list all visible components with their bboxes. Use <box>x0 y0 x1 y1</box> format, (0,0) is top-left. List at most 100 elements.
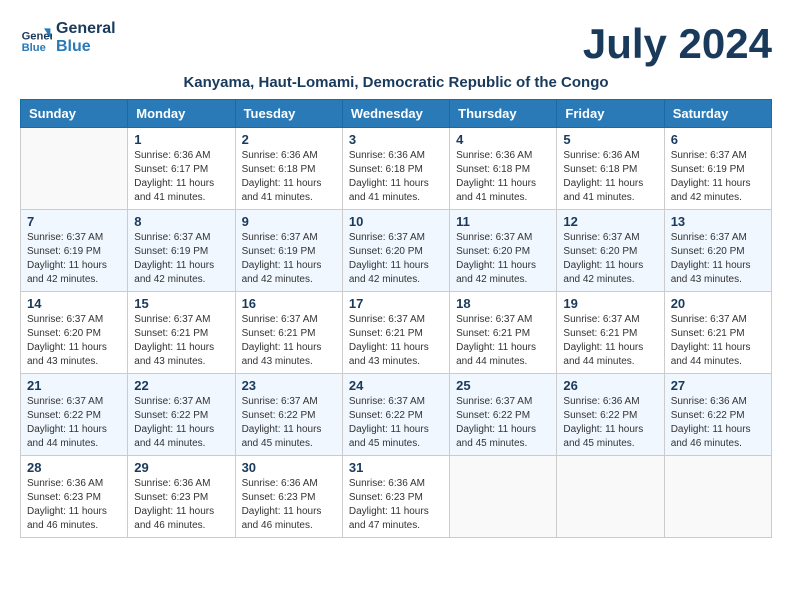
day-number: 11 <box>456 214 550 229</box>
calendar-day-cell: 21 Sunrise: 6:37 AMSunset: 6:22 PMDayligh… <box>21 374 128 456</box>
calendar-day-cell <box>664 456 771 538</box>
calendar-table: SundayMondayTuesdayWednesdayThursdayFrid… <box>20 99 772 538</box>
day-info: Sunrise: 6:36 AMSunset: 6:23 PMDaylight:… <box>242 477 336 533</box>
day-info: Sunrise: 6:37 AMSunset: 6:20 PMDaylight:… <box>27 313 121 369</box>
calendar-day-cell: 28 Sunrise: 6:36 AMSunset: 6:23 PMDayligh… <box>21 456 128 538</box>
day-info: Sunrise: 6:37 AMSunset: 6:22 PMDaylight:… <box>456 395 550 451</box>
day-number: 7 <box>27 214 121 229</box>
day-info: Sunrise: 6:37 AMSunset: 6:21 PMDaylight:… <box>563 313 657 369</box>
day-number: 1 <box>134 132 228 147</box>
day-info: Sunrise: 6:36 AMSunset: 6:22 PMDaylight:… <box>671 395 765 451</box>
day-number: 6 <box>671 132 765 147</box>
day-info: Sunrise: 6:37 AMSunset: 6:22 PMDaylight:… <box>134 395 228 451</box>
calendar-day-cell <box>450 456 557 538</box>
calendar-day-cell: 5 Sunrise: 6:36 AMSunset: 6:18 PMDaylight… <box>557 128 664 210</box>
day-number: 10 <box>349 214 443 229</box>
day-info: Sunrise: 6:37 AMSunset: 6:20 PMDaylight:… <box>349 231 443 287</box>
calendar-day-cell: 27 Sunrise: 6:36 AMSunset: 6:22 PMDayligh… <box>664 374 771 456</box>
calendar-day-cell: 26 Sunrise: 6:36 AMSunset: 6:22 PMDayligh… <box>557 374 664 456</box>
day-number: 2 <box>242 132 336 147</box>
day-number: 12 <box>563 214 657 229</box>
day-info: Sunrise: 6:36 AMSunset: 6:18 PMDaylight:… <box>349 149 443 205</box>
calendar-day-cell: 7 Sunrise: 6:37 AMSunset: 6:19 PMDaylight… <box>21 210 128 292</box>
day-info: Sunrise: 6:37 AMSunset: 6:19 PMDaylight:… <box>134 231 228 287</box>
day-number: 29 <box>134 460 228 475</box>
weekday-header: Saturday <box>664 100 771 128</box>
weekday-header: Monday <box>128 100 235 128</box>
logo-icon: General Blue <box>20 22 52 54</box>
day-number: 21 <box>27 378 121 393</box>
day-info: Sunrise: 6:37 AMSunset: 6:21 PMDaylight:… <box>242 313 336 369</box>
day-info: Sunrise: 6:37 AMSunset: 6:19 PMDaylight:… <box>27 231 121 287</box>
calendar-day-cell: 17Sunrise: 6:37 AMSunset: 6:21 PMDayligh… <box>342 292 449 374</box>
day-number: 20 <box>671 296 765 311</box>
day-info: Sunrise: 6:36 AMSunset: 6:22 PMDaylight:… <box>563 395 657 451</box>
calendar-header-row: SundayMondayTuesdayWednesdayThursdayFrid… <box>21 100 772 128</box>
calendar-day-cell: 9Sunrise: 6:37 AMSunset: 6:19 PMDaylight… <box>235 210 342 292</box>
calendar-week-row: 14 Sunrise: 6:37 AMSunset: 6:20 PMDayligh… <box>21 292 772 374</box>
logo-text-blue: Blue <box>56 38 116 56</box>
day-info: Sunrise: 6:37 AMSunset: 6:22 PMDaylight:… <box>242 395 336 451</box>
calendar-day-cell: 14 Sunrise: 6:37 AMSunset: 6:20 PMDayligh… <box>21 292 128 374</box>
day-number: 15 <box>134 296 228 311</box>
day-info: Sunrise: 6:37 AMSunset: 6:21 PMDaylight:… <box>671 313 765 369</box>
calendar-day-cell: 6 Sunrise: 6:37 AMSunset: 6:19 PMDaylight… <box>664 128 771 210</box>
calendar-week-row: 28 Sunrise: 6:36 AMSunset: 6:23 PMDayligh… <box>21 456 772 538</box>
day-number: 28 <box>27 460 121 475</box>
day-number: 8 <box>134 214 228 229</box>
calendar-day-cell: 23 Sunrise: 6:37 AMSunset: 6:22 PMDayligh… <box>235 374 342 456</box>
day-number: 16 <box>242 296 336 311</box>
day-number: 22 <box>134 378 228 393</box>
calendar-week-row: 1 Sunrise: 6:36 AMSunset: 6:17 PMDaylight… <box>21 128 772 210</box>
day-number: 27 <box>671 378 765 393</box>
calendar-week-row: 21 Sunrise: 6:37 AMSunset: 6:22 PMDayligh… <box>21 374 772 456</box>
day-info: Sunrise: 6:37 AMSunset: 6:19 PMDaylight:… <box>671 149 765 205</box>
calendar-day-cell: 1 Sunrise: 6:36 AMSunset: 6:17 PMDaylight… <box>128 128 235 210</box>
day-info: Sunrise: 6:36 AMSunset: 6:17 PMDaylight:… <box>134 149 228 205</box>
calendar-day-cell: 13 Sunrise: 6:37 AMSunset: 6:20 PMDayligh… <box>664 210 771 292</box>
day-info: Sunrise: 6:37 AMSunset: 6:21 PMDaylight:… <box>134 313 228 369</box>
calendar-day-cell: 16 Sunrise: 6:37 AMSunset: 6:21 PMDayligh… <box>235 292 342 374</box>
day-info: Sunrise: 6:37 AMSunset: 6:20 PMDaylight:… <box>671 231 765 287</box>
day-info: Sunrise: 6:36 AMSunset: 6:23 PMDaylight:… <box>134 477 228 533</box>
page-header: General Blue General Blue July 2024 <box>20 20 772 68</box>
calendar-day-cell: 3 Sunrise: 6:36 AMSunset: 6:18 PMDaylight… <box>342 128 449 210</box>
day-number: 23 <box>242 378 336 393</box>
day-number: 30 <box>242 460 336 475</box>
day-info: Sunrise: 6:36 AMSunset: 6:18 PMDaylight:… <box>563 149 657 205</box>
calendar-day-cell: 24Sunrise: 6:37 AMSunset: 6:22 PMDayligh… <box>342 374 449 456</box>
calendar-day-cell: 30 Sunrise: 6:36 AMSunset: 6:23 PMDayligh… <box>235 456 342 538</box>
day-info: Sunrise: 6:37 AMSunset: 6:20 PMDaylight:… <box>563 231 657 287</box>
day-number: 18 <box>456 296 550 311</box>
day-info: Sunrise: 6:36 AMSunset: 6:18 PMDaylight:… <box>456 149 550 205</box>
day-number: 13 <box>671 214 765 229</box>
day-number: 3 <box>349 132 443 147</box>
calendar-day-cell: 19Sunrise: 6:37 AMSunset: 6:21 PMDayligh… <box>557 292 664 374</box>
day-number: 24 <box>349 378 443 393</box>
calendar-day-cell: 29 Sunrise: 6:36 AMSunset: 6:23 PMDayligh… <box>128 456 235 538</box>
day-number: 4 <box>456 132 550 147</box>
day-info: Sunrise: 6:37 AMSunset: 6:22 PMDaylight:… <box>27 395 121 451</box>
day-info: Sunrise: 6:37 AMSunset: 6:20 PMDaylight:… <box>456 231 550 287</box>
calendar-day-cell: 22 Sunrise: 6:37 AMSunset: 6:22 PMDayligh… <box>128 374 235 456</box>
calendar-day-cell: 4 Sunrise: 6:36 AMSunset: 6:18 PMDaylight… <box>450 128 557 210</box>
calendar-subtitle: Kanyama, Haut-Lomami, Democratic Republi… <box>20 74 772 91</box>
day-number: 25 <box>456 378 550 393</box>
day-number: 26 <box>563 378 657 393</box>
calendar-day-cell <box>21 128 128 210</box>
weekday-header: Tuesday <box>235 100 342 128</box>
day-info: Sunrise: 6:36 AMSunset: 6:18 PMDaylight:… <box>242 149 336 205</box>
day-number: 14 <box>27 296 121 311</box>
calendar-day-cell: 15 Sunrise: 6:37 AMSunset: 6:21 PMDayligh… <box>128 292 235 374</box>
calendar-day-cell: 18 Sunrise: 6:37 AMSunset: 6:21 PMDayligh… <box>450 292 557 374</box>
day-info: Sunrise: 6:37 AMSunset: 6:19 PMDaylight:… <box>242 231 336 287</box>
logo: General Blue General Blue <box>20 20 116 55</box>
day-number: 5 <box>563 132 657 147</box>
logo-text-general: General <box>56 20 116 38</box>
day-info: Sunrise: 6:36 AMSunset: 6:23 PMDaylight:… <box>27 477 121 533</box>
day-info: Sunrise: 6:37 AMSunset: 6:21 PMDaylight:… <box>456 313 550 369</box>
svg-text:Blue: Blue <box>22 41 46 53</box>
weekday-header: Sunday <box>21 100 128 128</box>
calendar-day-cell: 31Sunrise: 6:36 AMSunset: 6:23 PMDayligh… <box>342 456 449 538</box>
day-number: 31 <box>349 460 443 475</box>
